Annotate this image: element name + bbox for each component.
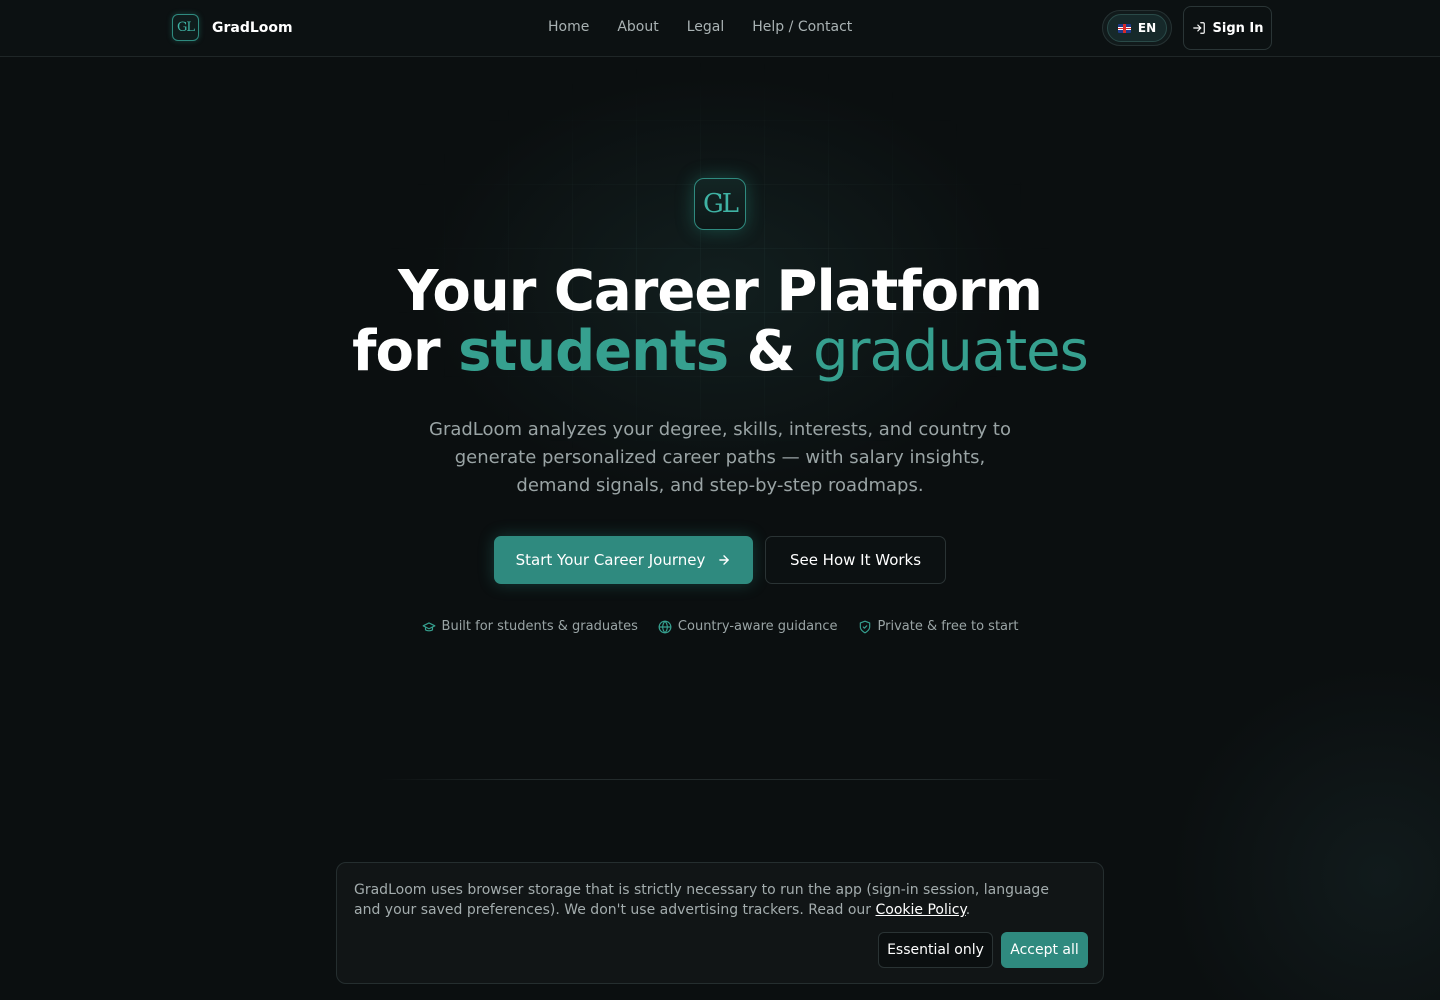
badge-label: Private & free to start [877, 619, 1019, 634]
language-switcher[interactable]: EN [1102, 10, 1172, 46]
nav-help-contact[interactable]: Help / Contact [752, 19, 852, 35]
cookie-text: GradLoom uses browser storage that is st… [354, 880, 1074, 920]
badge-label: Country-aware guidance [677, 619, 838, 634]
headline-graduates: graduates [812, 319, 1089, 384]
language-label: EN [1137, 21, 1157, 35]
top-header: GL GradLoom Home About Legal Help / Cont… [0, 0, 1440, 57]
accept-all-label: Accept all [1010, 942, 1079, 958]
accept-all-button[interactable]: Accept all [1001, 932, 1088, 968]
brand[interactable]: GL GradLoom [172, 14, 293, 41]
headline-ampersand: & [746, 319, 796, 384]
badge-country-aware: Country-aware guidance [658, 619, 838, 634]
cookie-banner: GradLoom uses browser storage that is st… [336, 862, 1104, 984]
arrow-right-icon [719, 555, 730, 565]
nav-legal[interactable]: Legal [687, 19, 725, 35]
section-divider [380, 779, 1060, 780]
see-how-it-works-label: See How It Works [789, 551, 922, 569]
brand-name: GradLoom [212, 19, 293, 36]
hero-logo-mark: GL [702, 189, 739, 219]
essential-only-button[interactable]: Essential only [878, 932, 993, 968]
hero-logo-icon: GL [694, 178, 746, 230]
sign-in-button[interactable]: Sign In [1183, 6, 1272, 50]
start-career-journey-label: Start Your Career Journey [515, 551, 706, 569]
badge-private-free: Private & free to start [858, 619, 1019, 634]
main-nav: Home About Legal Help / Contact [548, 19, 852, 35]
see-how-it-works-button[interactable]: See How It Works [765, 536, 946, 584]
cookie-policy-link[interactable]: Cookie Policy [876, 902, 966, 918]
brand-logo-icon: GL [172, 14, 199, 41]
hero-subheading: GradLoom analyzes your degree, skills, i… [429, 419, 1011, 496]
essential-only-label: Essential only [887, 942, 984, 958]
start-career-journey-button[interactable]: Start Your Career Journey [494, 536, 753, 584]
brand-logo-mark: GL [176, 20, 195, 35]
sign-in-label: Sign In [1212, 20, 1264, 36]
graduation-cap-icon [422, 621, 435, 631]
nav-home[interactable]: Home [548, 19, 589, 35]
sign-in-icon [1192, 22, 1205, 34]
badge-built-for-students: Built for students & graduates [422, 619, 638, 634]
globe-icon [658, 620, 672, 633]
headline-line1: Your Career Platform [397, 259, 1043, 324]
badge-label: Built for students & graduates [441, 619, 638, 634]
headline-for: for [352, 319, 440, 384]
language-pill: EN [1107, 14, 1167, 42]
cookie-period: . [965, 902, 971, 918]
headline-students: students [458, 319, 729, 384]
hero-headline: Your Career Platform for students & grad… [0, 262, 1440, 382]
uk-flag-icon [1117, 23, 1131, 33]
nav-about[interactable]: About [617, 19, 658, 35]
feature-badges: Built for students & graduates Country-a… [0, 619, 1440, 634]
shield-check-icon [859, 620, 870, 633]
